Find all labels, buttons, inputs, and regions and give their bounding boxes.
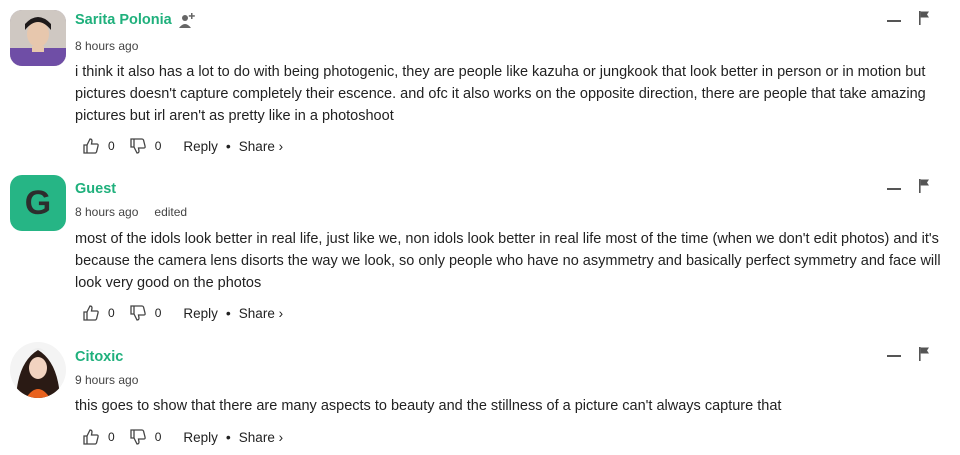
thumbs-up-icon[interactable] bbox=[82, 304, 100, 322]
reply-button[interactable]: Reply bbox=[183, 430, 218, 445]
comment-actions: 0 0 Reply • Share › bbox=[82, 136, 283, 156]
separator-dot: • bbox=[225, 305, 231, 321]
comment: Citoxic 9 hours ago this goes to show th… bbox=[0, 340, 960, 450]
comment-text: this goes to show that there are many as… bbox=[75, 398, 782, 414]
comment-actions: 0 0 Reply • Share › bbox=[82, 303, 283, 323]
avatar[interactable] bbox=[10, 342, 66, 398]
minimize-icon[interactable] bbox=[887, 355, 901, 357]
share-button[interactable]: Share › bbox=[239, 306, 283, 321]
like-count: 0 bbox=[108, 139, 115, 153]
timestamp[interactable]: 9 hours ago bbox=[75, 373, 138, 387]
avatar-photo-icon bbox=[10, 342, 66, 398]
flag-icon[interactable] bbox=[918, 11, 930, 25]
comment-actions: 0 0 Reply • Share › bbox=[82, 427, 283, 447]
share-button[interactable]: Share › bbox=[239, 139, 283, 154]
like-count: 0 bbox=[108, 306, 115, 320]
dislike-count: 0 bbox=[154, 430, 162, 444]
comment: Sarita Polonia 8 hours ago i think it al… bbox=[0, 8, 960, 158]
follow-user-icon[interactable] bbox=[178, 12, 196, 30]
comment-meta: 8 hours ago edited bbox=[75, 205, 187, 219]
author-name[interactable]: Citoxic bbox=[75, 349, 123, 365]
separator-dot: • bbox=[225, 138, 231, 154]
dislike-count: 0 bbox=[154, 139, 162, 153]
edited-label: edited bbox=[154, 205, 188, 219]
avatar[interactable]: G bbox=[10, 175, 66, 231]
timestamp[interactable]: 8 hours ago bbox=[75, 205, 138, 219]
reply-button[interactable]: Reply bbox=[183, 306, 218, 321]
avatar[interactable] bbox=[10, 10, 66, 66]
dislike-count: 0 bbox=[154, 306, 162, 320]
comment-meta: 8 hours ago bbox=[75, 39, 138, 53]
avatar-photo-icon bbox=[10, 10, 66, 66]
flag-icon[interactable] bbox=[918, 347, 930, 361]
comment-text: most of the idols look better in real li… bbox=[75, 231, 941, 291]
reply-button[interactable]: Reply bbox=[183, 139, 218, 154]
author-name[interactable]: Guest bbox=[75, 181, 116, 197]
comment: G Guest 8 hours ago edited most of the id… bbox=[0, 173, 960, 323]
flag-icon[interactable] bbox=[918, 179, 930, 193]
author-name[interactable]: Sarita Polonia bbox=[75, 12, 172, 28]
minimize-icon[interactable] bbox=[887, 20, 901, 22]
thumbs-down-icon[interactable] bbox=[129, 428, 147, 446]
thumbs-up-icon[interactable] bbox=[82, 137, 100, 155]
thumbs-up-icon[interactable] bbox=[82, 428, 100, 446]
thumbs-down-icon[interactable] bbox=[129, 304, 147, 322]
timestamp[interactable]: 8 hours ago bbox=[75, 39, 138, 53]
thumbs-down-icon[interactable] bbox=[129, 137, 147, 155]
separator-dot: • bbox=[225, 429, 231, 445]
like-count: 0 bbox=[108, 430, 115, 444]
minimize-icon[interactable] bbox=[887, 188, 901, 190]
comment-text: i think it also has a lot to do with bei… bbox=[75, 64, 926, 124]
share-button[interactable]: Share › bbox=[239, 430, 283, 445]
comment-meta: 9 hours ago bbox=[75, 373, 138, 387]
